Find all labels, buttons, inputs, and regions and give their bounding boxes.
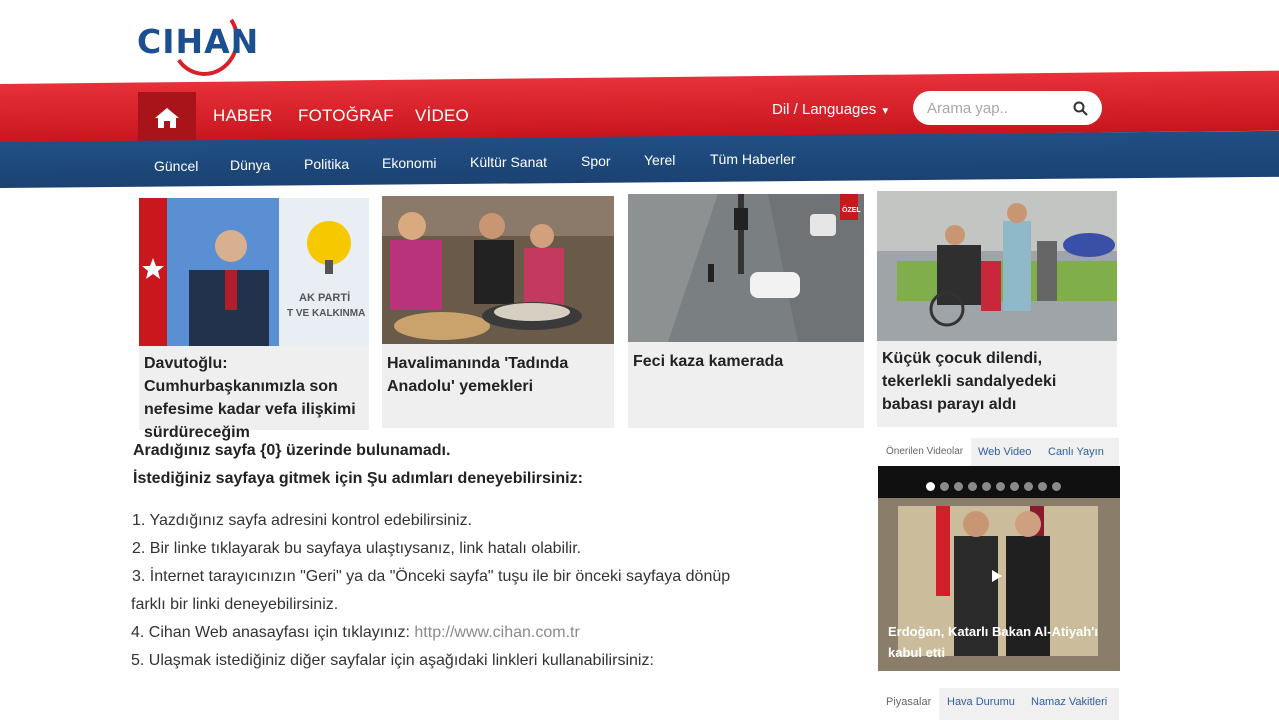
language-dropdown[interactable]: Dil / Languages ▼ [772,101,890,118]
carousel-dot-active[interactable] [926,482,935,491]
suggestion-step-2: 2. Bir linke tıklayarak bu sayfaya ulaşt… [132,540,582,557]
carousel-dot[interactable] [954,482,963,491]
news-image[interactable] [877,191,1117,341]
home-icon [155,108,179,128]
nav-fotograf[interactable]: FOTOĞRAF [298,106,394,126]
info-tabs: Piyasalar Hava Durumu Namaz Vakitleri [878,688,1119,720]
home-button[interactable] [138,92,196,144]
video-player[interactable]: Erdoğan, Katarlı Bakan Al-Atiyah'ı kabul… [878,466,1120,671]
news-card[interactable]: ÖZEL Feci kaza kamerada [628,194,864,428]
logo-text: CIHAN [137,22,260,61]
news-title[interactable]: Küçük çocuk dilendi, tekerlekli sandalye… [882,347,1109,416]
video-caption[interactable]: Erdoğan, Katarlı Bakan Al-Atiyah'ı kabul… [888,621,1113,663]
news-card[interactable]: Havalimanında 'Tadında Anadolu' yemekler… [382,196,614,428]
subnav-yerel[interactable]: Yerel [644,152,675,168]
search-icon[interactable] [1073,101,1088,116]
tab-onerilen-videolar[interactable]: Önerilen Videolar [878,438,972,466]
tab-piyasalar[interactable]: Piyasalar [878,688,940,720]
subnav-politika[interactable]: Politika [304,156,349,172]
subnav-guncel[interactable]: Güncel [154,158,198,174]
subnav-dunya[interactable]: Dünya [230,157,270,173]
carousel-dot[interactable] [1024,482,1033,491]
search-box[interactable]: Arama yap.. [913,91,1102,125]
news-card[interactable]: AK PARTİ T VE KALKINMA Davutoğlu: Cumhur… [139,198,369,441]
not-found-heading: Aradığınız sayfa {0} üzerinde bulunamadı… [133,442,451,459]
subnav-spor[interactable]: Spor [581,153,611,169]
tab-namaz-vakitleri[interactable]: Namaz Vakitleri [1031,696,1107,708]
ak-parti-text: AK PARTİ [299,291,350,304]
news-title[interactable]: Havalimanında 'Tadında Anadolu' yemekler… [387,352,606,398]
tab-hava-durumu[interactable]: Hava Durumu [947,696,1015,708]
carousel-dot[interactable] [996,482,1005,491]
news-image[interactable] [382,196,614,344]
carousel-dot[interactable] [940,482,949,491]
ozel-badge: ÖZEL [842,205,861,214]
suggestion-step-1: 1. Yazdığınız sayfa adresini kontrol ede… [132,512,473,529]
search-input[interactable]: Arama yap.. [927,100,1073,117]
carousel-dot[interactable] [982,482,991,491]
carousel-dot[interactable] [1052,482,1061,491]
carousel-dots[interactable] [926,482,1061,491]
news-card[interactable]: Küçük çocuk dilendi, tekerlekli sandalye… [877,191,1117,427]
ak-parti-slogan: T VE KALKINMA [287,308,365,319]
nav-haber[interactable]: HABER [213,106,273,126]
cihan-logo[interactable]: CIHAN [137,0,277,82]
tab-canli-yayin[interactable]: Canlı Yayın [1048,446,1104,458]
news-image[interactable]: ÖZEL [628,194,864,342]
suggestions-heading: İstediğiniz sayfaya gitmek için Şu adıml… [133,470,583,487]
news-image[interactable]: AK PARTİ T VE KALKINMA [139,198,369,346]
caret-down-icon: ▼ [880,106,891,117]
suggestion-step-3: 3. İnternet tarayıcınızın "Geri" ya da "… [132,568,731,585]
video-tabs: Önerilen Videolar Web Video Canlı Yayın [878,438,1119,466]
subnav-ekonomi[interactable]: Ekonomi [382,155,436,171]
carousel-dot[interactable] [1038,482,1047,491]
subnav-tum-haberler[interactable]: Tüm Haberler [710,151,796,167]
suggestion-step-3-cont: farklı bir linki deneyebilirsiniz. [131,596,339,613]
news-title[interactable]: Feci kaza kamerada [633,350,856,373]
subnav-kultur-sanat[interactable]: Kültür Sanat [470,154,547,170]
news-title[interactable]: Davutoğlu: Cumhurbaşkanımızla son nefesi… [144,352,361,444]
carousel-dot[interactable] [968,482,977,491]
homepage-link[interactable]: http://www.cihan.com.tr [414,624,579,641]
suggestion-step-5: 5. Ulaşmak istediğiniz diğer sayfalar iç… [131,652,654,669]
language-label: Dil / Languages [772,101,877,118]
nav-video[interactable]: VİDEO [415,106,469,126]
suggestion-step-4: 4. Cihan Web anasayfası için tıklayınız:… [131,624,580,642]
suggestion-step-4-text: 4. Cihan Web anasayfası için tıklayınız: [131,624,415,641]
carousel-dot[interactable] [1010,482,1019,491]
tab-web-video[interactable]: Web Video [978,446,1031,458]
